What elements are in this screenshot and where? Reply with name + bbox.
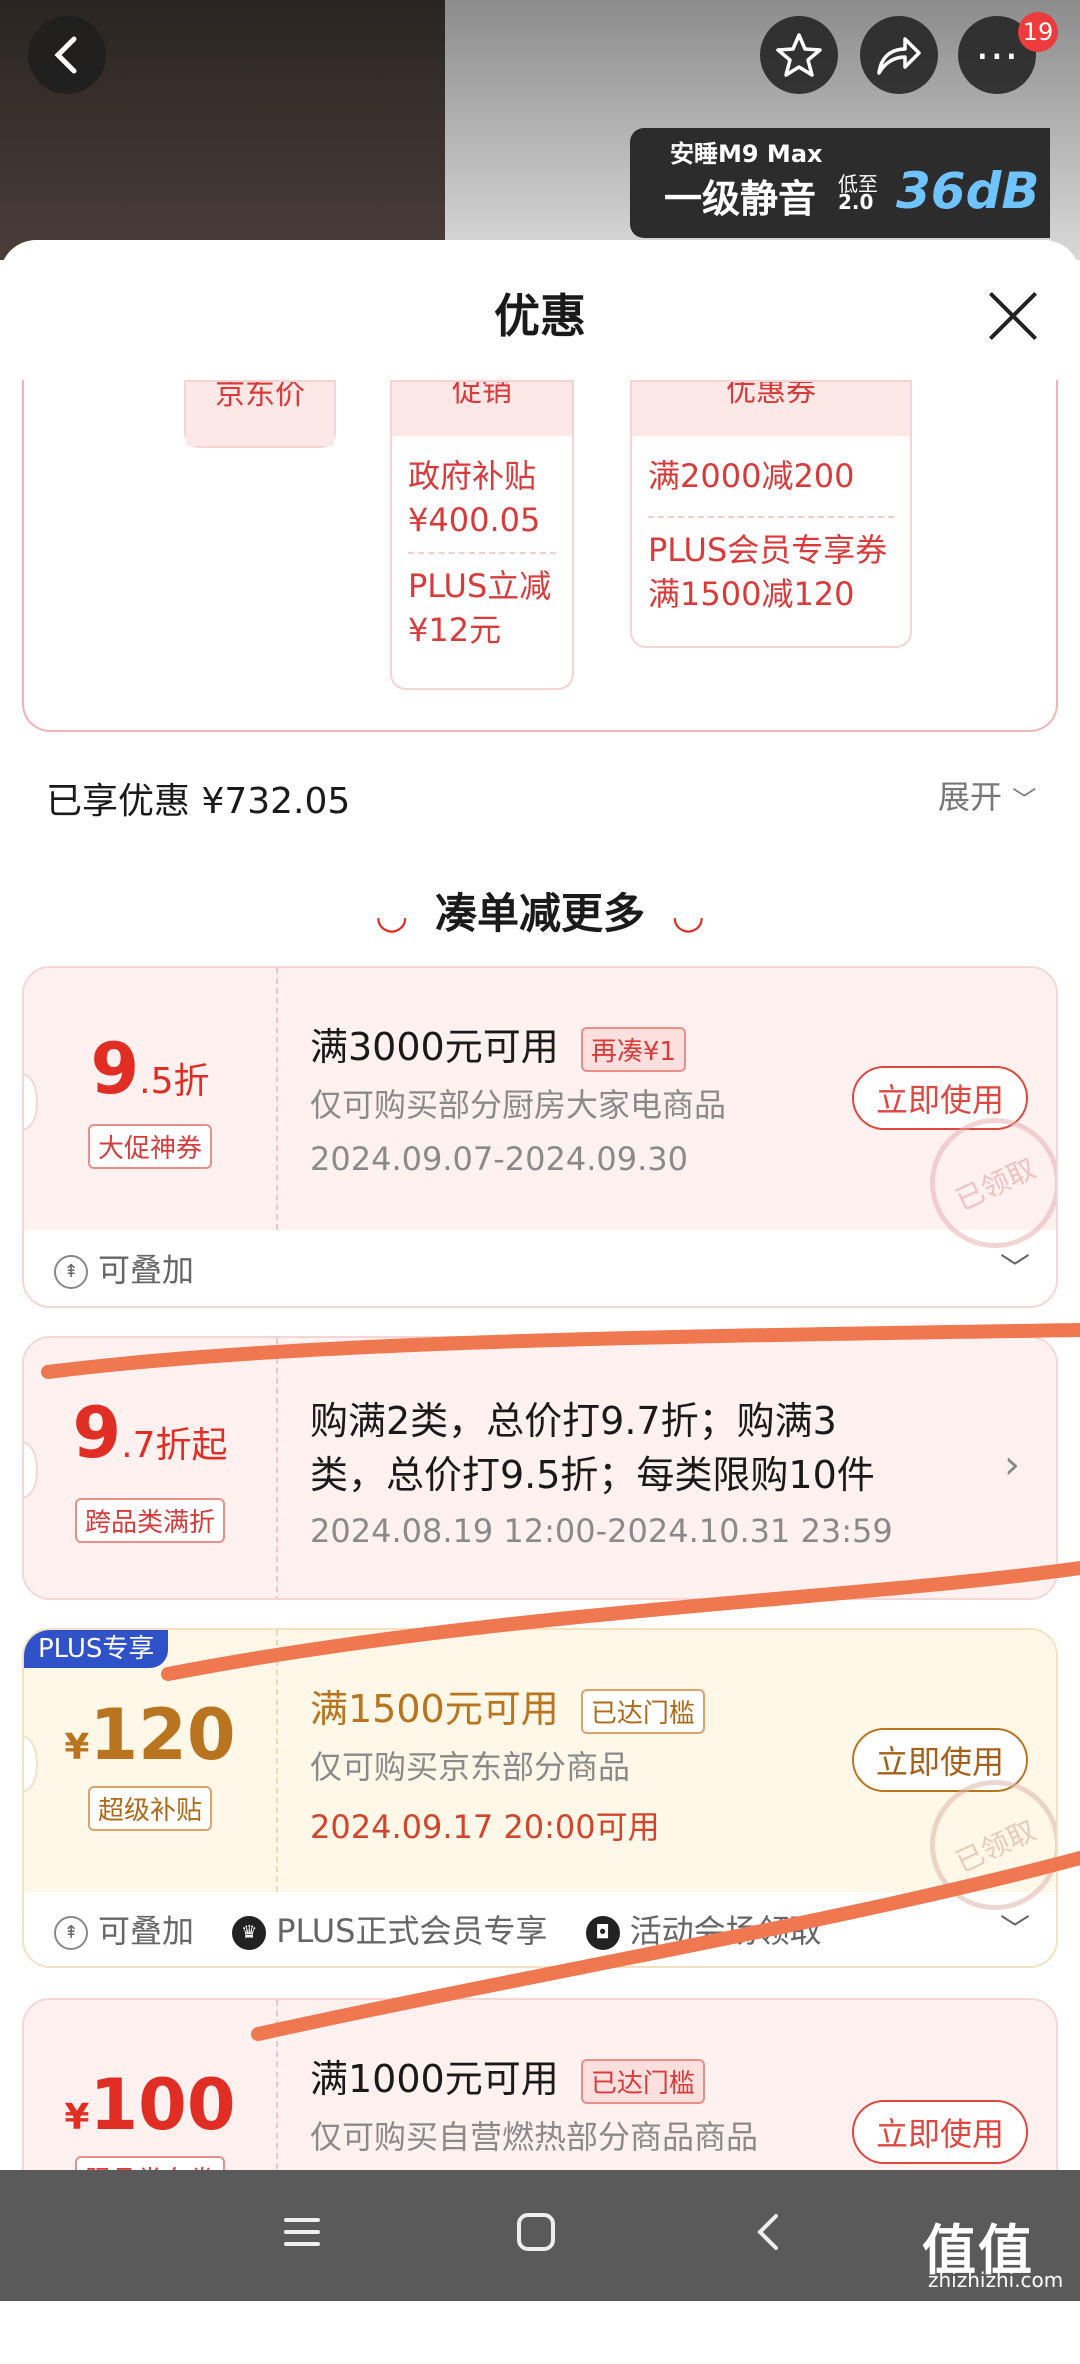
system-navigation-bar <box>0 2170 1080 2301</box>
currency-symbol: ¥ <box>64 2097 90 2138</box>
coupon-value-sub: .5折 <box>139 1061 210 1102</box>
favorite-button[interactable] <box>760 16 838 94</box>
share-button[interactable] <box>860 16 938 94</box>
chevron-down-icon: ﹀ <box>1000 1252 1030 1287</box>
coupon-type-tag: 超级补贴 <box>87 1786 212 1831</box>
coupon-type-tag: 跨品类满折 <box>74 1498 225 1543</box>
coupon-value-area: ¥100 限品类东券 <box>24 2000 276 2196</box>
breakdown-col-promo: 促销 政府补贴 ¥400.05 PLUS立减 ¥12元 <box>390 380 574 690</box>
coupon-title: 满3000元可用 <box>310 1025 559 1069</box>
cart-count-badge: 19 <box>1018 12 1058 52</box>
coupon-item-value: 满1500减120 <box>648 575 855 613</box>
coupon-status-tag: 再凑¥1 <box>580 1027 686 1072</box>
share-icon <box>877 37 921 75</box>
coupon-title: 满1000元可用 <box>310 2057 559 2101</box>
coupon-available-time: 2024.09.17 20:00可用 <box>310 1808 660 1846</box>
coupon-value-area: 9.7折起 跨品类满折 <box>24 1338 276 1598</box>
close-icon[interactable] <box>985 288 1041 344</box>
section-title: ◡ 凑单减更多 ◡ <box>0 880 1080 941</box>
col-head-coupon: 优惠券 <box>632 382 910 436</box>
home-icon[interactable] <box>514 2210 558 2258</box>
saved-summary: 已享优惠 ¥732.05 <box>46 781 351 822</box>
coupon-scope: 仅可购买京东部分商品 <box>310 1748 631 1786</box>
coupon-footer[interactable]: ⇞ 可叠加 ♛ PLUS正式会员专享 ◘ 活动会场领取 ﹀ <box>24 1892 1056 1966</box>
sheet-title: 优惠 <box>494 289 586 343</box>
stack-icon: ⇞ <box>54 1255 88 1289</box>
chevron-right-icon: › <box>1004 1442 1020 1488</box>
coupon-date: 2024.09.07-2024.09.30 <box>310 1140 688 1178</box>
coupon-card: 9.5折 大促神券 满3000元可用 再凑¥1 仅可购买部分厨房大家电商品 20… <box>22 966 1058 1308</box>
recent-apps-icon[interactable] <box>282 2212 322 2256</box>
coupon-value-main: 9 <box>90 1028 140 1110</box>
expand-label: 展开 <box>938 778 1003 816</box>
coupon-title: 满1500元可用 <box>310 1687 559 1731</box>
footer-label: 可叠加 <box>98 1251 195 1289</box>
back-arrow-icon <box>54 36 77 74</box>
banner-feature: 一级静音 <box>664 177 817 221</box>
coupon-condition: 满1000元可用 已达门槛 <box>310 2048 705 2104</box>
star-icon <box>776 33 822 77</box>
venue-icon: ◘ <box>585 1916 620 1950</box>
chevron-down-icon: ﹀ <box>1000 1913 1030 1948</box>
currency-symbol: ¥ <box>64 1727 90 1768</box>
promo-item-label: PLUS立减 <box>408 567 552 605</box>
promo-item-value: ¥400.05 <box>408 501 541 539</box>
coupon-value-sub: .7折起 <box>121 1425 228 1466</box>
banner-low-value: 2.0 <box>838 190 874 214</box>
more-dots-icon: ⋯ <box>975 29 1019 81</box>
watermark-url: zhizhizhi.com <box>928 2268 1064 2292</box>
product-image-strip: 安睡M9 Max 一级静音 低至 2.0 36dB ⋯ 19 <box>0 0 1080 260</box>
breakdown-col-price: 京东价 <box>184 380 336 448</box>
chevron-down-icon: ﹀ <box>1012 786 1037 814</box>
coupon-value-main: 9 <box>72 1392 122 1474</box>
coupon-status-tag: 已达门槛 <box>580 1689 705 1734</box>
section-title-text: 凑单减更多 <box>434 889 645 938</box>
banner-model: 安睡M9 Max <box>670 140 823 168</box>
crown-icon: ♛ <box>232 1916 267 1950</box>
expand-toggle[interactable]: 展开 ﹀ <box>938 772 1036 818</box>
product-banner: 安睡M9 Max 一级静音 低至 2.0 36dB <box>630 128 1050 238</box>
smile-right-icon: ◡ <box>673 893 703 937</box>
coupon-value-main: 100 <box>89 2064 236 2146</box>
coupon-body: ¥100 限品类东券 满1000元可用 已达门槛 仅可购买自营燃热部分商品商品 … <box>24 2000 1056 2196</box>
coupon-status-tag: 已达门槛 <box>580 2059 705 2104</box>
coupon-rule-line1: 购满2类，总价打9.7折；购满3 <box>310 1399 837 1443</box>
coupon-scope: 仅可购买自营燃热部分商品商品 <box>310 2118 759 2156</box>
back-button[interactable] <box>28 16 106 94</box>
coupon-body: PLUS专享 ¥120 超级补贴 满1500元可用 已达门槛 仅可购买京东部分商… <box>24 1630 1056 1932</box>
smile-left-icon: ◡ <box>377 893 407 937</box>
coupon-item-label: PLUS会员专享券 <box>648 531 888 569</box>
coupon-value-main: 120 <box>89 1694 236 1776</box>
coupon-date: 2024.08.19 12:00-2024.10.31 23:59 <box>310 1512 893 1550</box>
coupon-rule-line2: 类，总价打9.5折；每类限购10件 <box>310 1453 875 1497</box>
coupon-body: 9.7折起 跨品类满折 购满2类，总价打9.7折；购满3 类，总价打9.5折；每… <box>24 1338 1056 1598</box>
coupon-card[interactable]: 9.7折起 跨品类满折 购满2类，总价打9.7折；购满3 类，总价打9.5折；每… <box>22 1336 1058 1600</box>
coupon-card: ¥100 限品类东券 满1000元可用 已达门槛 仅可购买自营燃热部分商品商品 … <box>22 1998 1058 2198</box>
coupon-footer[interactable]: ⇞ 可叠加 ﹀ <box>24 1230 1056 1306</box>
coupon-scope: 仅可购买部分厨房大家电商品 <box>310 1086 727 1124</box>
footer-label: 可叠加 <box>98 1912 195 1950</box>
footer-label: PLUS正式会员专享 <box>276 1912 548 1950</box>
coupon-body: 9.5折 大促神券 满3000元可用 再凑¥1 仅可购买部分厨房大家电商品 20… <box>24 968 1056 1270</box>
stack-icon: ⇞ <box>54 1916 88 1950</box>
promo-item-label: 政府补贴 <box>408 457 537 495</box>
coupon-item-label: 满2000减200 <box>648 457 855 495</box>
coupon-type-tag: 大促神券 <box>87 1124 212 1169</box>
banner-db: 36dB <box>896 162 1040 220</box>
coupon-card: PLUS专享 ¥120 超级补贴 满1500元可用 已达门槛 仅可购买京东部分商… <box>22 1628 1058 1968</box>
col-head-promo: 促销 <box>392 382 572 436</box>
coupon-value-area: 9.5折 大促神券 <box>24 968 276 1230</box>
coupon-condition: 满1500元可用 已达门槛 <box>310 1678 705 1734</box>
breakdown-col-coupon: 优惠券 满2000减200 PLUS会员专享券 满1500减120 <box>630 380 912 648</box>
coupon-condition: 满3000元可用 再凑¥1 <box>310 1016 686 1072</box>
coupon-value-area: ¥120 超级补贴 <box>24 1630 276 1892</box>
back-nav-icon[interactable] <box>752 2210 782 2258</box>
footer-label: 活动会场领取 <box>629 1912 822 1950</box>
col-head-price: 京东价 <box>186 382 334 446</box>
promo-item-value: ¥12元 <box>408 611 502 649</box>
use-now-button[interactable]: 立即使用 <box>852 2100 1028 2164</box>
